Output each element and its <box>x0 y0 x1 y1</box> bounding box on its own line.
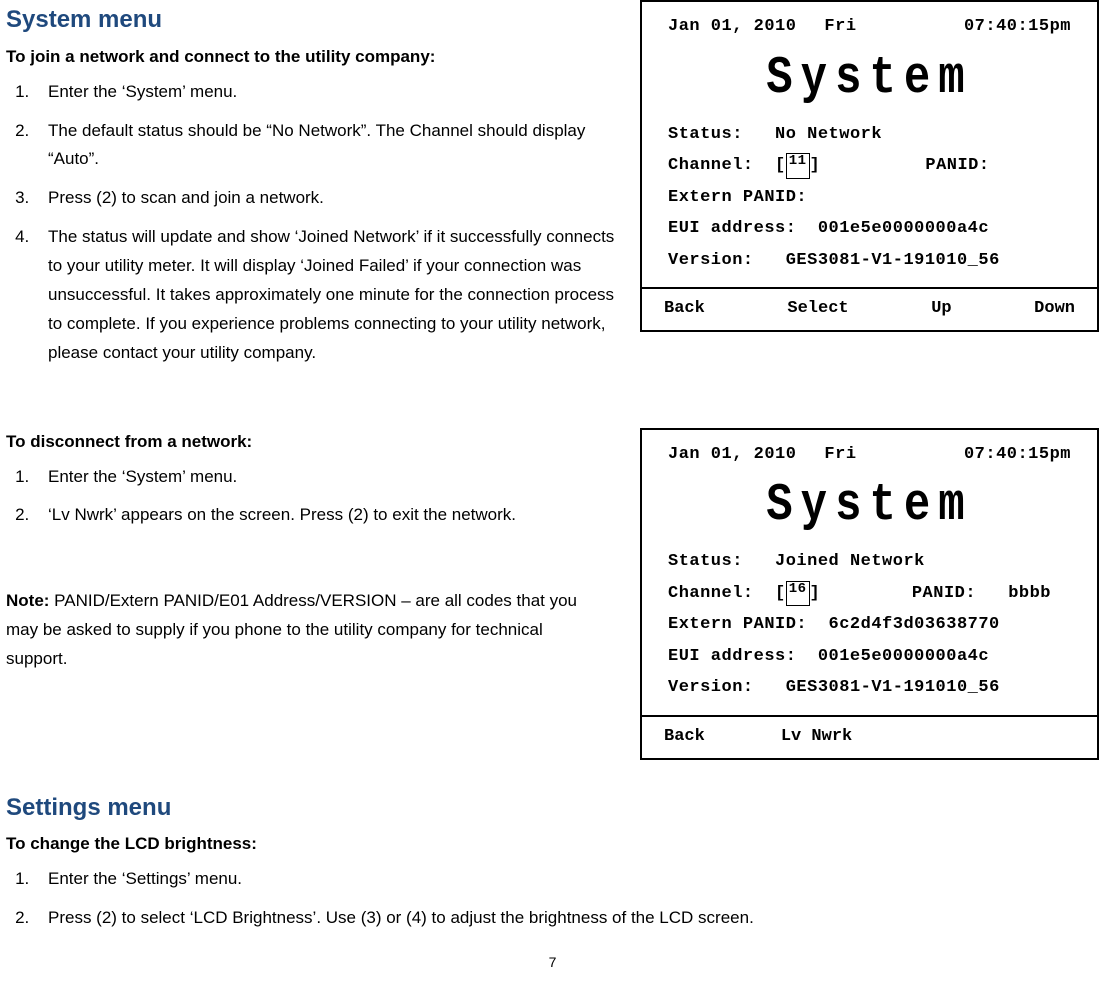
lcd-status: Status: Joined Network <box>668 549 1071 575</box>
system-menu-section: Jan 01, 2010 Fri 07:40:15pm System Statu… <box>6 0 1099 768</box>
lcd-date: Jan 01, 2010 <box>668 442 796 468</box>
channel-label: Channel: <box>668 153 754 179</box>
ext-panid-label: Extern PANID: <box>668 188 807 207</box>
lcd-extern-panid: Extern PANID: 6c2d4f3d03638770 <box>668 612 1071 638</box>
softkey-lvnwrk[interactable]: Lv Nwrk <box>777 723 856 752</box>
settings-menu-section: Settings menu To change the LCD brightne… <box>6 788 1099 933</box>
brightness-step2: Press (2) to select ‘LCD Brightness’. Us… <box>34 904 1099 933</box>
version-value: GES3081-V1-191010_56 <box>786 678 1000 697</box>
status-value: Joined Network <box>775 552 925 571</box>
channel-label: Channel: <box>668 581 754 607</box>
softkey-down[interactable]: Down <box>1030 295 1079 324</box>
version-value: GES3081-V1-191010_56 <box>786 251 1000 270</box>
version-label: Version: <box>668 251 754 270</box>
lcd-eui: EUI address: 001e5e0000000a4c <box>668 216 1071 242</box>
lcd-channel: Channel: [11] PANID: <box>668 153 1071 179</box>
lcd-body: Jan 01, 2010 Fri 07:40:15pm System Statu… <box>642 430 1097 715</box>
lcd-datetime: Jan 01, 2010 Fri 07:40:15pm <box>668 442 1071 468</box>
brightness-heading: To change the LCD brightness: <box>6 830 1099 859</box>
status-label: Status: <box>668 125 743 144</box>
note-label: Note: <box>6 591 49 610</box>
lcd-status: Status: No Network <box>668 122 1071 148</box>
lcd-title: System <box>668 467 1071 546</box>
eui-value: 001e5e0000000a4c <box>818 647 989 666</box>
ext-panid-label: Extern PANID: <box>668 615 807 634</box>
lcd-screen-no-network: Jan 01, 2010 Fri 07:40:15pm System Statu… <box>640 0 1099 332</box>
lcd-version: Version: GES3081-V1-191010_56 <box>668 675 1071 701</box>
lcd-date: Jan 01, 2010 <box>668 14 796 40</box>
softkey-up[interactable]: Up <box>927 295 955 324</box>
lcd-time: 07:40:15pm <box>964 14 1071 40</box>
lcd-time: 07:40:15pm <box>964 442 1071 468</box>
status-label: Status: <box>668 552 743 571</box>
panid-label: PANID: <box>925 156 989 175</box>
softkey-back[interactable]: Back <box>660 723 709 752</box>
channel-value: 11 <box>786 153 810 179</box>
lcd-extern-panid: Extern PANID: <box>668 185 1071 211</box>
version-label: Version: <box>668 678 754 697</box>
lcd-day: Fri <box>824 442 856 468</box>
brightness-step1: Enter the ‘Settings’ menu. <box>34 865 1099 894</box>
lcd-softkeys: Back Lv Nwrk <box>642 715 1097 758</box>
eui-value: 001e5e0000000a4c <box>818 219 989 238</box>
panid-label: PANID: <box>912 584 976 603</box>
lcd-softkeys: Back Select Up Down <box>642 287 1097 330</box>
brightness-steps: Enter the ‘Settings’ menu. Press (2) to … <box>34 865 1099 933</box>
channel-value: 16 <box>786 581 810 607</box>
lcd-body: Jan 01, 2010 Fri 07:40:15pm System Statu… <box>642 2 1097 287</box>
lcd-screen-joined: Jan 01, 2010 Fri 07:40:15pm System Statu… <box>640 428 1099 760</box>
eui-label: EUI address: <box>668 647 796 666</box>
status-value: No Network <box>775 125 882 144</box>
note-text: PANID/Extern PANID/E01 Address/VERSION –… <box>6 591 577 668</box>
lcd-day: Fri <box>824 14 856 40</box>
lcd-title: System <box>668 39 1071 118</box>
lcd-channel: Channel: [16] PANID: bbbb <box>668 581 1071 607</box>
eui-label: EUI address: <box>668 219 796 238</box>
note: Note: PANID/Extern PANID/E01 Address/VER… <box>6 587 596 674</box>
softkey-select[interactable]: Select <box>783 295 852 324</box>
ext-panid-value: 6c2d4f3d03638770 <box>829 615 1000 634</box>
panid-value: bbbb <box>1008 584 1051 603</box>
page-number: 7 <box>6 951 1099 975</box>
lcd-datetime: Jan 01, 2010 Fri 07:40:15pm <box>668 14 1071 40</box>
softkey-back[interactable]: Back <box>660 295 709 324</box>
settings-menu-title: Settings menu <box>6 788 1099 829</box>
lcd-eui: EUI address: 001e5e0000000a4c <box>668 644 1071 670</box>
lcd-version: Version: GES3081-V1-191010_56 <box>668 248 1071 274</box>
